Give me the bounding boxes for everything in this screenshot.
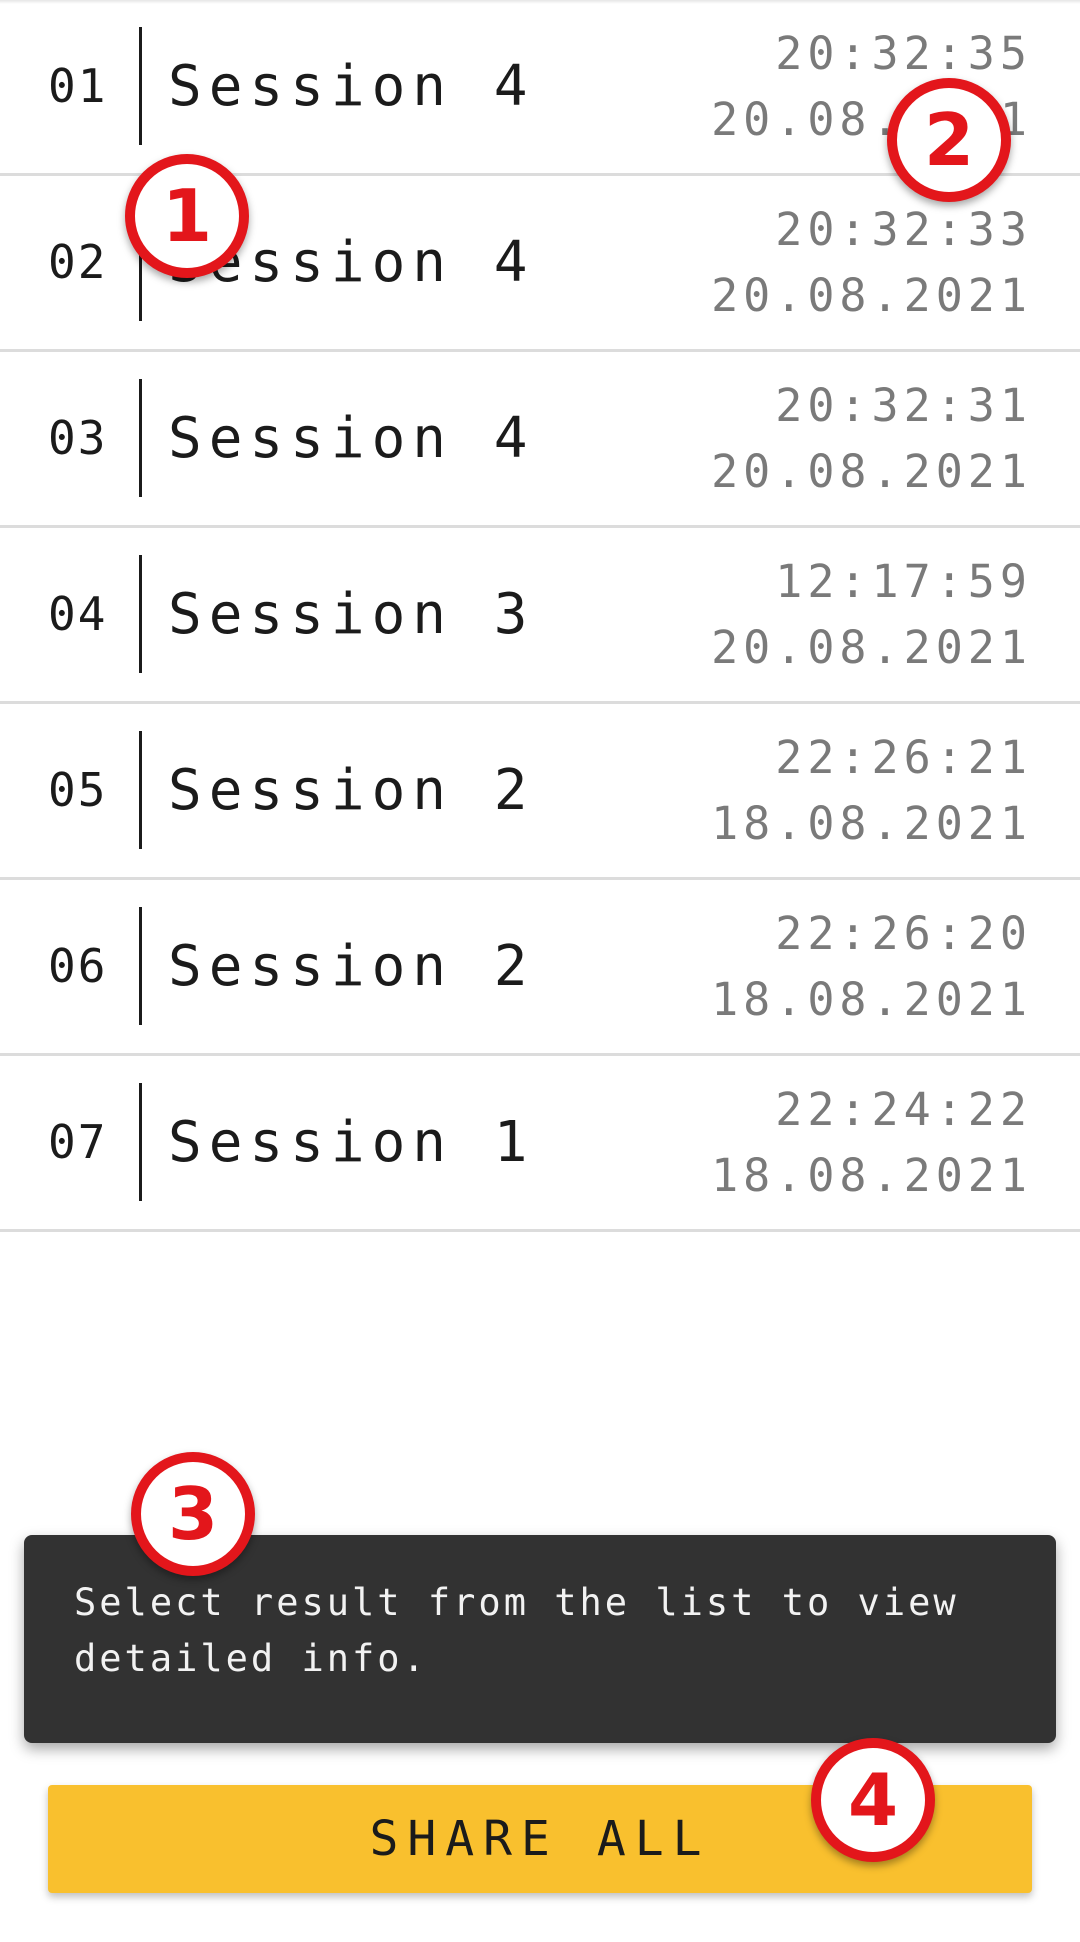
item-divider [139, 1083, 142, 1201]
item-time: 12:17:59 [775, 555, 1032, 608]
item-date: 18.08.2021 [711, 797, 1032, 850]
list-item[interactable]: 04 Session 3 12:17:59 20.08.2021 [0, 528, 1080, 704]
item-date: 20.08.2021 [711, 621, 1032, 674]
item-title: Session 1 [168, 1110, 535, 1175]
item-index: 07 [48, 1115, 108, 1169]
item-index: 03 [48, 411, 108, 465]
item-index: 04 [48, 587, 108, 641]
annotation-marker-1: 1 [125, 154, 249, 278]
item-index: 02 [48, 235, 108, 289]
item-index: 01 [48, 59, 108, 113]
item-index: 06 [48, 939, 108, 993]
list-item[interactable]: 07 Session 1 22:24:22 18.08.2021 [0, 1056, 1080, 1232]
item-divider [139, 379, 142, 497]
item-divider [139, 731, 142, 849]
item-time: 22:24:22 [775, 1083, 1032, 1136]
annotation-marker-3: 3 [131, 1452, 255, 1576]
item-time: 20:32:31 [775, 379, 1032, 432]
item-title: Session 2 [168, 934, 535, 999]
item-title: Session 2 [168, 758, 535, 823]
annotation-marker-4: 4 [811, 1738, 935, 1862]
list-item[interactable]: 03 Session 4 20:32:31 20.08.2021 [0, 352, 1080, 528]
snackbar-message: Select result from the list to view deta… [74, 1581, 959, 1680]
item-time: 22:26:21 [775, 731, 1032, 784]
item-date: 18.08.2021 [711, 973, 1032, 1026]
item-time: 22:26:20 [775, 907, 1032, 960]
item-title: Session 4 [168, 54, 535, 119]
annotation-marker-2: 2 [887, 78, 1011, 202]
item-divider [139, 555, 142, 673]
item-divider [139, 27, 142, 145]
item-divider [139, 907, 142, 1025]
item-date: 18.08.2021 [711, 1149, 1032, 1202]
item-time: 20:32:33 [775, 203, 1032, 256]
item-date: 20.08.2021 [711, 445, 1032, 498]
item-index: 05 [48, 763, 108, 817]
item-time: 20:32:35 [775, 27, 1032, 80]
item-title: Session 3 [168, 582, 535, 647]
item-date: 20.08.2021 [711, 269, 1032, 322]
list-item[interactable]: 05 Session 2 22:26:21 18.08.2021 [0, 704, 1080, 880]
list-item[interactable]: 06 Session 2 22:26:20 18.08.2021 [0, 880, 1080, 1056]
item-title: Session 4 [168, 406, 535, 471]
